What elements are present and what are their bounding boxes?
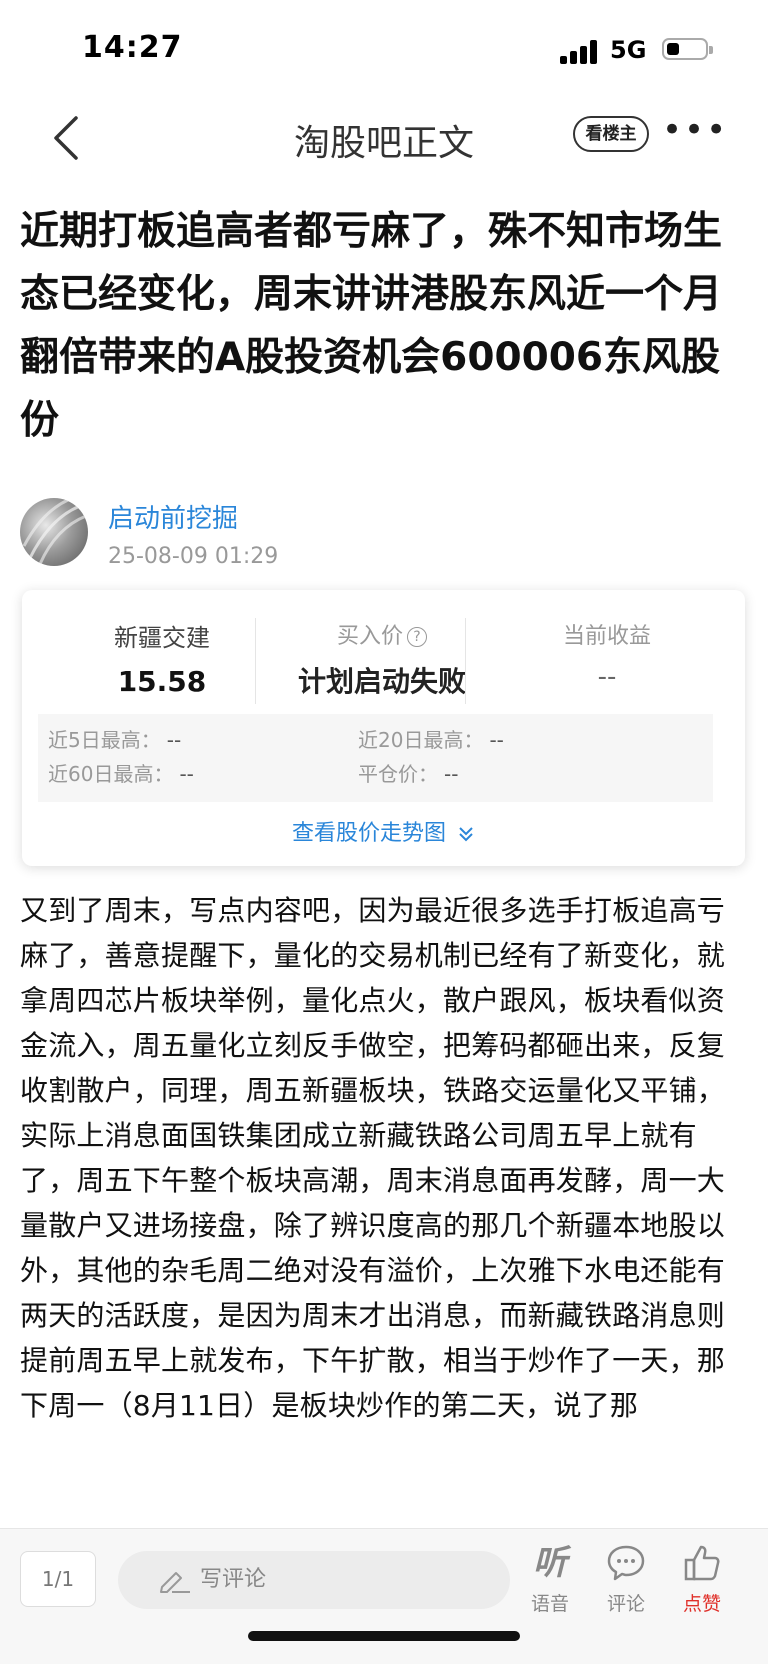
bottom-toolbar: 1/1 写评论 听 语音 评论 点赞 [0,1528,768,1664]
view-owner-button[interactable]: 看楼主 [573,116,649,152]
status-time: 14:27 [82,30,183,65]
stock-price: 15.58 [117,665,207,698]
listen-button[interactable]: 听 语音 [520,1543,580,1616]
comments-button[interactable]: 评论 [596,1543,656,1616]
post-date: 25-08-09 01:29 [108,544,279,569]
comment-placeholder: 写评论 [200,1567,267,1592]
nav-bar: 淘股吧正文 看楼主 ••• [0,100,768,176]
comment-bubble-icon [607,1545,645,1581]
buy-price-value: 计划启动失败 [297,665,466,698]
like-button[interactable]: 点赞 [672,1543,732,1616]
stat-high60: 近60日最高： -- [48,762,194,786]
pen-icon [160,1572,190,1593]
question-icon[interactable]: ? [407,627,427,647]
status-bar: 14:27 5G [0,0,768,100]
more-dots-icon[interactable]: ••• [662,113,726,148]
listen-label: 语音 [530,1593,569,1615]
network-type: 5G [610,36,647,64]
like-label: 点赞 [682,1593,721,1615]
stock-card: 新疆交建 15.58 买入价? 计划启动失败 当前收益 -- 近5日最高： -- … [22,590,745,866]
listen-icon: 听 [533,1543,567,1583]
avatar[interactable] [20,498,88,566]
stat-high5: 近5日最高： -- [48,728,182,752]
thumbs-up-icon [684,1545,720,1581]
buy-price-block: 买入价? 计划启动失败 [272,618,492,700]
divider [255,618,256,704]
chevron-double-down-icon [459,827,473,842]
page-indicator[interactable]: 1/1 [20,1551,96,1607]
stat-close: 平仓价： -- [358,762,459,786]
home-indicator [248,1631,520,1641]
stock-name: 新疆交建 [114,624,210,652]
view-trend-link[interactable]: 查看股价走势图 [22,815,745,847]
profit-value: -- [597,662,617,692]
profit-label: 当前收益 [562,624,651,649]
price-stats: 近5日最高： -- 近20日最高： -- 近60日最高： -- 平仓价： -- [38,714,713,802]
signal-icon [560,40,600,64]
profit-block: 当前收益 -- [492,618,722,692]
comment-input[interactable]: 写评论 [118,1551,510,1609]
author-name[interactable]: 启动前挖掘 [108,498,238,535]
divider [465,618,466,704]
stat-high20: 近20日最高： -- [358,728,504,752]
article-title: 近期打板追高者都亏麻了，殊不知市场生态已经变化，周末讲讲港股东风近一个月翻倍带来… [20,209,723,443]
article-body: 又到了周末，写点内容吧，因为最近很多选手打板追高亏麻了，善意提醒下，量化的交易机… [20,894,726,1422]
battery-icon [662,38,713,60]
stock-info[interactable]: 新疆交建 15.58 [62,618,262,698]
page-title: 淘股吧正文 [293,123,474,164]
comments-label: 评论 [606,1593,645,1615]
buy-price-label: 买入价 [336,624,403,649]
